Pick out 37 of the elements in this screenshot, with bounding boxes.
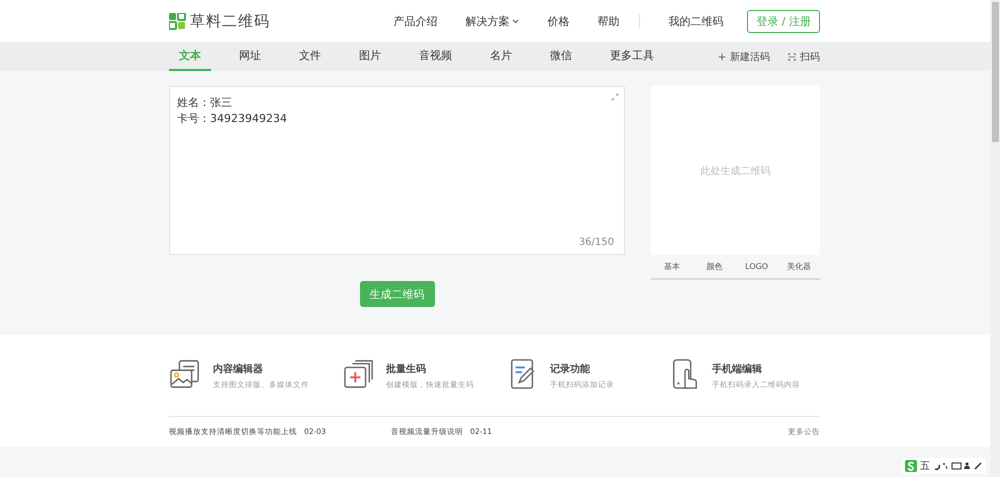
my-codes-link[interactable]: 我的二维码 <box>668 14 724 28</box>
ime-mode-label[interactable]: 五 <box>920 459 930 473</box>
character-counter: 36/150 <box>578 237 614 248</box>
stacked-cards-icon <box>342 359 376 389</box>
ime-tool-icons-drawing[interactable] <box>933 461 983 471</box>
nav-link[interactable]: 帮助 <box>597 14 620 28</box>
nav-link[interactable]: 解决方案 <box>465 14 520 28</box>
feature-title[interactable]: 内容编辑器 <box>213 362 309 376</box>
logo-text[interactable]: 草料二维码 <box>190 12 270 30</box>
new-code-link[interactable]: 新建活码 <box>718 50 770 64</box>
tab[interactable]: 图片 <box>349 42 391 71</box>
style-tab[interactable]: 基本 <box>651 255 694 280</box>
text-input-area[interactable]: 姓名：张三 卡号：34923949234 36/150 <box>169 86 625 255</box>
tab[interactable]: 网址 <box>229 42 271 71</box>
feature-title[interactable]: 记录功能 <box>550 362 614 376</box>
logo-icon <box>169 12 186 30</box>
ime-logo-icon <box>905 460 917 472</box>
scan-link[interactable]: 扫码 <box>788 50 820 64</box>
text-line: 姓名：张三 <box>177 95 232 111</box>
style-tab[interactable]: 美化器 <box>778 255 820 280</box>
tab[interactable]: 微信 <box>540 42 582 71</box>
tab[interactable]: 音视频 <box>409 42 462 71</box>
nav-link[interactable]: 产品介绍 <box>393 14 438 28</box>
chevron-down-icon <box>512 18 520 24</box>
tab[interactable]: 文件 <box>289 42 331 71</box>
tab[interactable]: 名片 <box>480 42 522 71</box>
plus-icon <box>718 52 726 60</box>
style-tab[interactable]: LOGO <box>736 255 778 280</box>
tab[interactable]: 更多工具 <box>600 42 664 71</box>
qr-placeholder-text: 此处生成二维码 <box>700 164 770 178</box>
text-line: 卡号：34923949234 <box>177 111 287 127</box>
ime-toolbar[interactable]: 五 <box>902 458 986 474</box>
feature-title[interactable]: 批量生码 <box>386 362 474 376</box>
feature-title[interactable]: 手机端编辑 <box>712 362 800 376</box>
style-tab[interactable]: 颜色 <box>693 255 736 280</box>
scan-icon <box>788 52 796 60</box>
nav-link[interactable]: 价格 <box>547 14 570 28</box>
